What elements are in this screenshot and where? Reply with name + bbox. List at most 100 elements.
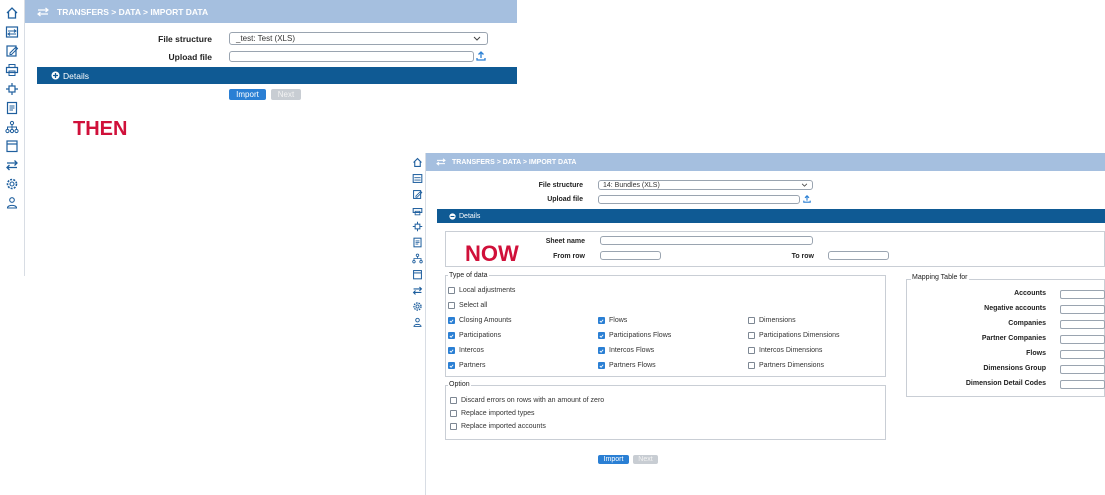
hierarchy-icon[interactable]	[0, 120, 24, 134]
type-of-data-checkbox[interactable]: Partners Dimensions	[748, 362, 824, 369]
now-sheet-name-input[interactable]	[600, 236, 813, 245]
now-from-row-input[interactable]	[600, 251, 661, 260]
transfer-board-icon[interactable]	[410, 173, 425, 184]
checkbox-checked-icon	[448, 332, 455, 339]
checkbox-unchecked-icon	[748, 332, 755, 339]
now-upload-file-label: Upload file	[547, 196, 583, 203]
plus-circle-icon	[51, 71, 60, 80]
printer-icon[interactable]	[0, 63, 24, 77]
transfer-board-icon[interactable]	[0, 25, 24, 39]
select-all-checkbox[interactable]: Select all	[448, 302, 487, 309]
mapping-row-input[interactable]	[1060, 320, 1105, 329]
settings-gear-icon[interactable]	[0, 177, 24, 191]
then-upload-file-input[interactable]	[229, 51, 474, 62]
type-of-data-label: Participations Dimensions	[759, 332, 840, 339]
type-of-data-checkbox[interactable]: Partners Flows	[598, 362, 656, 369]
mapping-row-input[interactable]	[1060, 365, 1105, 374]
option-label: Replace imported types	[461, 410, 535, 417]
now-to-row-label: To row	[791, 253, 814, 260]
now-sidebar	[410, 153, 426, 495]
option-checkbox[interactable]: Discard errors on rows with an amount of…	[450, 397, 604, 404]
checkbox-unchecked-icon	[450, 423, 457, 430]
mapping-row-input[interactable]	[1060, 290, 1105, 299]
type-of-data-label: Partners Dimensions	[759, 362, 824, 369]
hierarchy-icon[interactable]	[410, 253, 425, 264]
now-to-row-input[interactable]	[828, 251, 889, 260]
mapping-row-input[interactable]	[1060, 350, 1105, 359]
settings-gear-icon[interactable]	[410, 301, 425, 312]
type-of-data-checkbox[interactable]: Intercos	[448, 347, 484, 354]
document-list-icon[interactable]	[410, 237, 425, 248]
type-of-data-checkbox[interactable]: Intercos Dimensions	[748, 347, 822, 354]
document-list-icon[interactable]	[0, 101, 24, 115]
checkbox-checked-icon	[598, 317, 605, 324]
edit-form-icon[interactable]	[410, 189, 425, 200]
now-details-bar[interactable]: Details	[437, 209, 1105, 223]
type-of-data-checkbox[interactable]: Participations Dimensions	[748, 332, 840, 339]
printer-icon[interactable]	[410, 205, 425, 216]
now-upload-file-input[interactable]	[598, 195, 800, 204]
type-of-data-checkbox[interactable]: Closing Amounts	[448, 317, 512, 324]
checkbox-checked-icon	[598, 347, 605, 354]
now-details-label: Details	[459, 212, 481, 220]
option-checkbox[interactable]: Replace imported types	[450, 410, 535, 417]
type-of-data-label: Partners	[459, 362, 486, 369]
type-of-data-label: Intercos	[459, 347, 484, 354]
then-file-structure-select[interactable]: _test: Test (XLS)	[229, 32, 488, 45]
checkbox-checked-icon	[448, 317, 455, 324]
type-of-data-label: Flows	[609, 317, 628, 324]
option-checkbox[interactable]: Replace imported accounts	[450, 423, 546, 430]
calendar-icon[interactable]	[0, 139, 24, 153]
mapping-row-input[interactable]	[1060, 380, 1105, 389]
user-group-icon[interactable]	[410, 317, 425, 328]
then-header-bar: TRANSFERS > DATA > IMPORT DATA	[25, 0, 517, 23]
edit-form-icon[interactable]	[0, 44, 24, 58]
mapping-row-input[interactable]	[1060, 305, 1105, 314]
type-of-data-label: Partners Flows	[609, 362, 656, 369]
upload-icon[interactable]	[476, 51, 486, 61]
transfers-icon	[436, 158, 446, 166]
calendar-icon[interactable]	[410, 269, 425, 280]
now-next-button[interactable]: Next	[633, 455, 658, 464]
type-of-data-label: Closing Amounts	[459, 317, 512, 324]
type-of-data-label: Participations Flows	[609, 332, 672, 339]
now-breadcrumb: TRANSFERS > DATA > IMPORT DATA	[452, 158, 577, 166]
then-breadcrumb: TRANSFERS > DATA > IMPORT DATA	[57, 6, 209, 17]
then-next-button[interactable]: Next	[271, 89, 301, 100]
chevron-down-icon	[473, 36, 481, 41]
now-file-structure-value: 14: Bundles (XLS)	[603, 181, 660, 189]
checkbox-unchecked-icon	[748, 362, 755, 369]
type-of-data-checkbox[interactable]: Participations	[448, 332, 501, 339]
local-adjustments-label: Local adjustments	[459, 287, 516, 294]
type-of-data-checkbox[interactable]: Intercos Flows	[598, 347, 654, 354]
type-of-data-checkbox[interactable]: Dimensions	[748, 317, 796, 324]
then-details-bar[interactable]: Details	[37, 67, 517, 84]
mapping-row-label: Flows	[1026, 350, 1046, 357]
then-details-label: Details	[63, 70, 89, 81]
transfers-icon[interactable]	[410, 285, 425, 296]
home-icon[interactable]	[0, 6, 24, 20]
network-icon[interactable]	[410, 221, 425, 232]
upload-icon[interactable]	[803, 195, 811, 203]
mapping-row-label: Accounts	[1014, 290, 1046, 297]
local-adjustments-checkbox[interactable]: Local adjustments	[448, 287, 515, 294]
then-import-button[interactable]: Import	[229, 89, 266, 100]
now-from-row-label: From row	[553, 253, 585, 260]
now-import-button[interactable]: Import	[598, 455, 629, 464]
home-icon[interactable]	[410, 157, 425, 168]
transfers-icon[interactable]	[0, 158, 24, 172]
checkbox-unchecked-icon	[448, 302, 455, 309]
then-file-structure-value: _test: Test (XLS)	[236, 34, 295, 43]
now-header-bar: TRANSFERS > DATA > IMPORT DATA	[426, 153, 1105, 171]
now-file-structure-select[interactable]: 14: Bundles (XLS)	[598, 180, 813, 190]
checkbox-unchecked-icon	[748, 347, 755, 354]
type-of-data-checkbox[interactable]: Flows	[598, 317, 627, 324]
type-of-data-checkbox[interactable]: Partners	[448, 362, 485, 369]
network-icon[interactable]	[0, 82, 24, 96]
mapping-title: Mapping Table for	[911, 274, 969, 281]
mapping-row-input[interactable]	[1060, 335, 1105, 344]
select-all-label: Select all	[459, 302, 488, 309]
checkbox-unchecked-icon	[450, 397, 457, 404]
type-of-data-checkbox[interactable]: Participations Flows	[598, 332, 671, 339]
user-group-icon[interactable]	[0, 196, 24, 210]
